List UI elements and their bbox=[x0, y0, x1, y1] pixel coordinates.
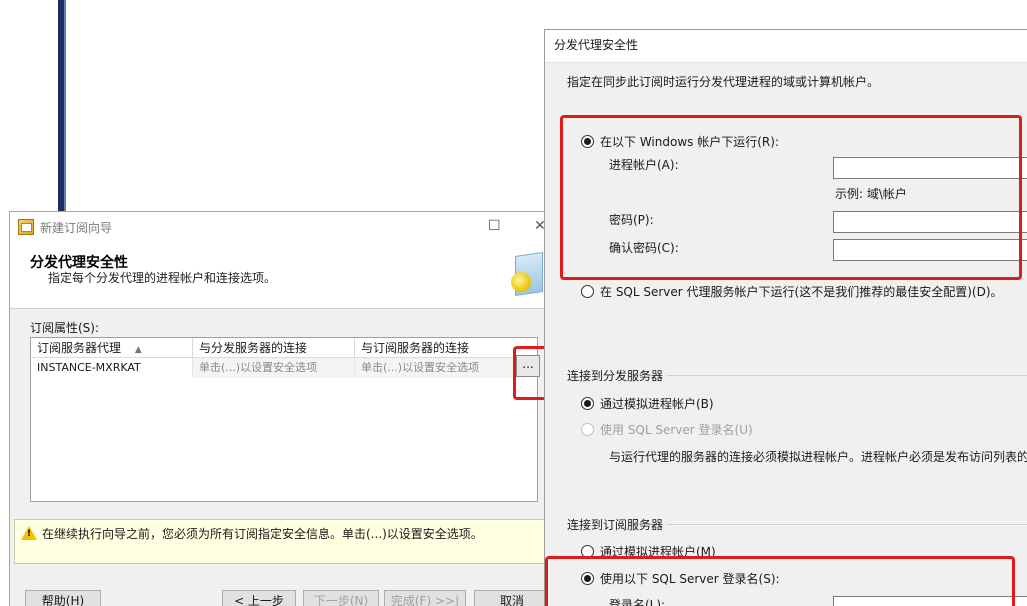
dist-impersonate-label: 通过模拟进程帐户(B) bbox=[600, 397, 714, 411]
new-subscription-wizard: 新建订阅向导 ☐ ✕ 分发代理安全性 指定每个分发代理的进程帐户和连接选项。 订… bbox=[9, 211, 554, 606]
distributor-connection-cell[interactable]: 单击(...)以设置安全选项 bbox=[193, 358, 355, 378]
connect-subscriber-group-label: 连接到订阅服务器 bbox=[567, 516, 668, 533]
wizard-title: 新建订阅向导 bbox=[40, 220, 113, 235]
cancel-button[interactable]: 取消 bbox=[474, 590, 550, 606]
dist-impersonate-radio[interactable] bbox=[581, 397, 594, 410]
run-as-sql-agent-label: 在 SQL Server 代理服务帐户下运行(这不是我们推荐的最佳安全配置)(D… bbox=[600, 285, 1003, 299]
warning-box: ! 在继续执行向导之前，您必须为所有订阅指定安全信息。单击(...)以设置安全选… bbox=[14, 519, 545, 564]
graphic-dot bbox=[511, 272, 531, 292]
subscription-grid: 订阅服务器代理 ▲ 与分发服务器的连接 与订阅服务器的连接 INSTANCE-M… bbox=[30, 337, 538, 502]
help-button[interactable]: 帮助(H) bbox=[25, 590, 101, 606]
dialog-title: 分发代理安全性 bbox=[545, 30, 1027, 63]
wizard-titlebar: 新建订阅向导 ☐ ✕ bbox=[10, 212, 553, 242]
back-button[interactable]: < 上一步 bbox=[222, 590, 296, 606]
sort-asc-icon: ▲ bbox=[134, 345, 142, 355]
wizard-app-icon bbox=[18, 219, 34, 235]
table-row[interactable]: INSTANCE-MXRKAT 单击(...)以设置安全选项 单击(...)以设… bbox=[31, 358, 537, 378]
column-header-subscriber-connection[interactable]: 与订阅服务器的连接 bbox=[355, 338, 537, 357]
maximize-button[interactable]: ☐ bbox=[488, 218, 501, 234]
run-as-sql-agent-radio[interactable] bbox=[581, 285, 594, 298]
sql-login-highlight bbox=[545, 556, 1015, 606]
windows-account-highlight bbox=[560, 115, 1022, 280]
warning-mark: ! bbox=[27, 529, 32, 539]
distributor-note: 与运行代理的服务器的连接必须模拟进程帐户。进程帐户必须是发布访问列表的 bbox=[609, 450, 1027, 464]
dist-sql-login-radio[interactable] bbox=[581, 423, 594, 436]
subscription-properties-label: 订阅属性(S): bbox=[30, 321, 100, 335]
grid-header: 订阅服务器代理 ▲ 与分发服务器的连接 与订阅服务器的连接 bbox=[31, 338, 537, 358]
dist-sql-login-label: 使用 SQL Server 登录名(U) bbox=[600, 423, 753, 437]
connect-distributor-group-label: 连接到分发服务器 bbox=[567, 367, 668, 384]
security-graphic bbox=[509, 250, 547, 306]
dialog-intro: 指定在同步此订阅时运行分发代理进程的域或计算机帐户。 bbox=[567, 75, 880, 89]
column-header-agent[interactable]: 订阅服务器代理 ▲ bbox=[31, 338, 193, 357]
next-button[interactable]: 下一步(N) bbox=[303, 590, 379, 606]
background-strip-edge bbox=[64, 0, 66, 215]
wizard-header: 分发代理安全性 指定每个分发代理的进程帐户和连接选项。 bbox=[10, 242, 553, 309]
page-subtitle: 指定每个分发代理的进程帐户和连接选项。 bbox=[48, 271, 277, 285]
subscriber-connection-cell[interactable]: 单击(...)以设置安全选项 bbox=[355, 358, 517, 378]
column-header-distributor-connection[interactable]: 与分发服务器的连接 bbox=[193, 338, 355, 357]
finish-button[interactable]: 完成(F) >>| bbox=[384, 590, 466, 606]
agent-cell: INSTANCE-MXRKAT bbox=[31, 358, 193, 378]
warning-text: 在继续执行向导之前，您必须为所有订阅指定安全信息。单击(...)以设置安全选项。 bbox=[42, 527, 483, 541]
